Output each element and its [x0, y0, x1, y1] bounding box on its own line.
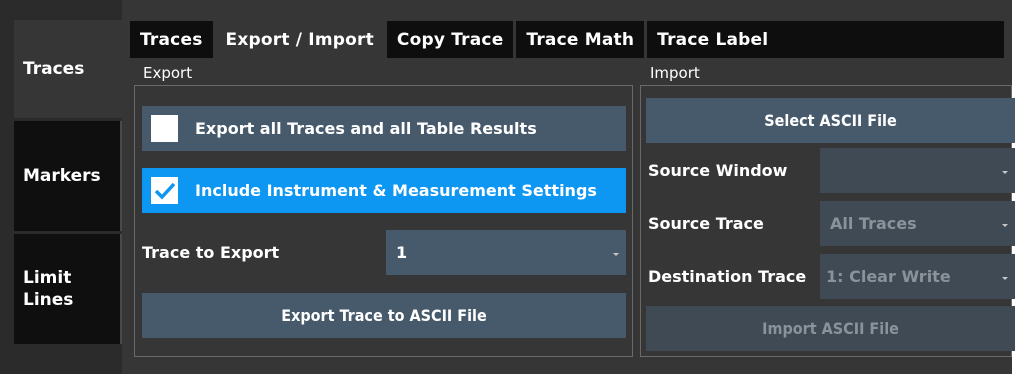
tab-label: Copy Trace	[396, 29, 504, 50]
chevron-down-icon	[613, 252, 619, 256]
destination-trace-dropdown[interactable]: 1: Clear Write	[820, 254, 1015, 299]
trace-to-export-label: Trace to Export	[142, 243, 280, 262]
tab-trace-label[interactable]: Trace Label	[647, 21, 779, 58]
sidebar-item-label: Limit Lines	[23, 268, 74, 310]
source-window-label: Source Window	[648, 161, 788, 180]
sidebar-item-label: Markers	[23, 166, 101, 186]
tab-label: Export / Import	[225, 29, 374, 50]
trace-to-export-dropdown[interactable]: 1	[386, 230, 626, 275]
export-trace-button[interactable]: Export Trace to ASCII File	[142, 293, 626, 338]
source-trace-dropdown[interactable]: All Traces	[820, 201, 1015, 246]
import-group-title: Import	[650, 64, 700, 82]
chevron-down-icon	[1002, 170, 1008, 174]
export-group-title: Export	[143, 64, 193, 82]
trace-to-export-value: 1	[396, 243, 408, 262]
source-window-dropdown[interactable]	[820, 148, 1015, 193]
export-all-checkbox-row[interactable]: Export all Traces and all Table Results	[142, 106, 626, 151]
tab-copy-trace[interactable]: Copy Trace	[386, 21, 517, 58]
include-settings-checkbox-row[interactable]: Include Instrument & Measurement Setting…	[142, 168, 626, 213]
sidebar-item-markers[interactable]: Markers	[14, 121, 122, 231]
tab-bar: Traces Export / Import Copy Trace Trace …	[130, 21, 779, 58]
source-trace-value: All Traces	[830, 214, 917, 233]
source-trace-label: Source Trace	[648, 214, 764, 233]
tab-label: Trace Math	[526, 29, 635, 50]
select-ascii-file-button[interactable]: Select ASCII File	[646, 98, 1015, 143]
export-all-label: Export all Traces and all Table Results	[195, 119, 537, 138]
destination-trace-value: 1: Clear Write	[826, 267, 951, 286]
sidebar-item-label: Traces	[23, 59, 85, 79]
import-ascii-file-button[interactable]: Import ASCII File	[646, 306, 1015, 351]
tab-export-import[interactable]: Export / Import	[215, 21, 387, 58]
destination-trace-label: Destination Trace	[648, 267, 807, 286]
tab-traces[interactable]: Traces	[130, 21, 216, 58]
sidebar-item-traces[interactable]: Traces	[14, 20, 122, 118]
tab-trace-math[interactable]: Trace Math	[516, 21, 648, 58]
chevron-down-icon	[1002, 276, 1008, 280]
checkmark-icon	[154, 182, 175, 200]
include-settings-checkbox[interactable]	[151, 177, 178, 204]
export-all-checkbox[interactable]	[151, 115, 178, 142]
sidebar-item-limit-lines[interactable]: Limit Lines	[14, 234, 122, 344]
chevron-down-icon	[1002, 223, 1008, 227]
left-sidebar: Traces Markers Limit Lines	[0, 0, 122, 374]
tab-label: Traces	[140, 29, 203, 50]
dialog-frame: Traces Markers Limit Lines Traces Export…	[0, 0, 1035, 374]
tab-label: Trace Label	[657, 29, 769, 50]
include-settings-label: Include Instrument & Measurement Setting…	[195, 181, 597, 200]
main-panel: Traces Export / Import Copy Trace Trace …	[122, 0, 1015, 374]
